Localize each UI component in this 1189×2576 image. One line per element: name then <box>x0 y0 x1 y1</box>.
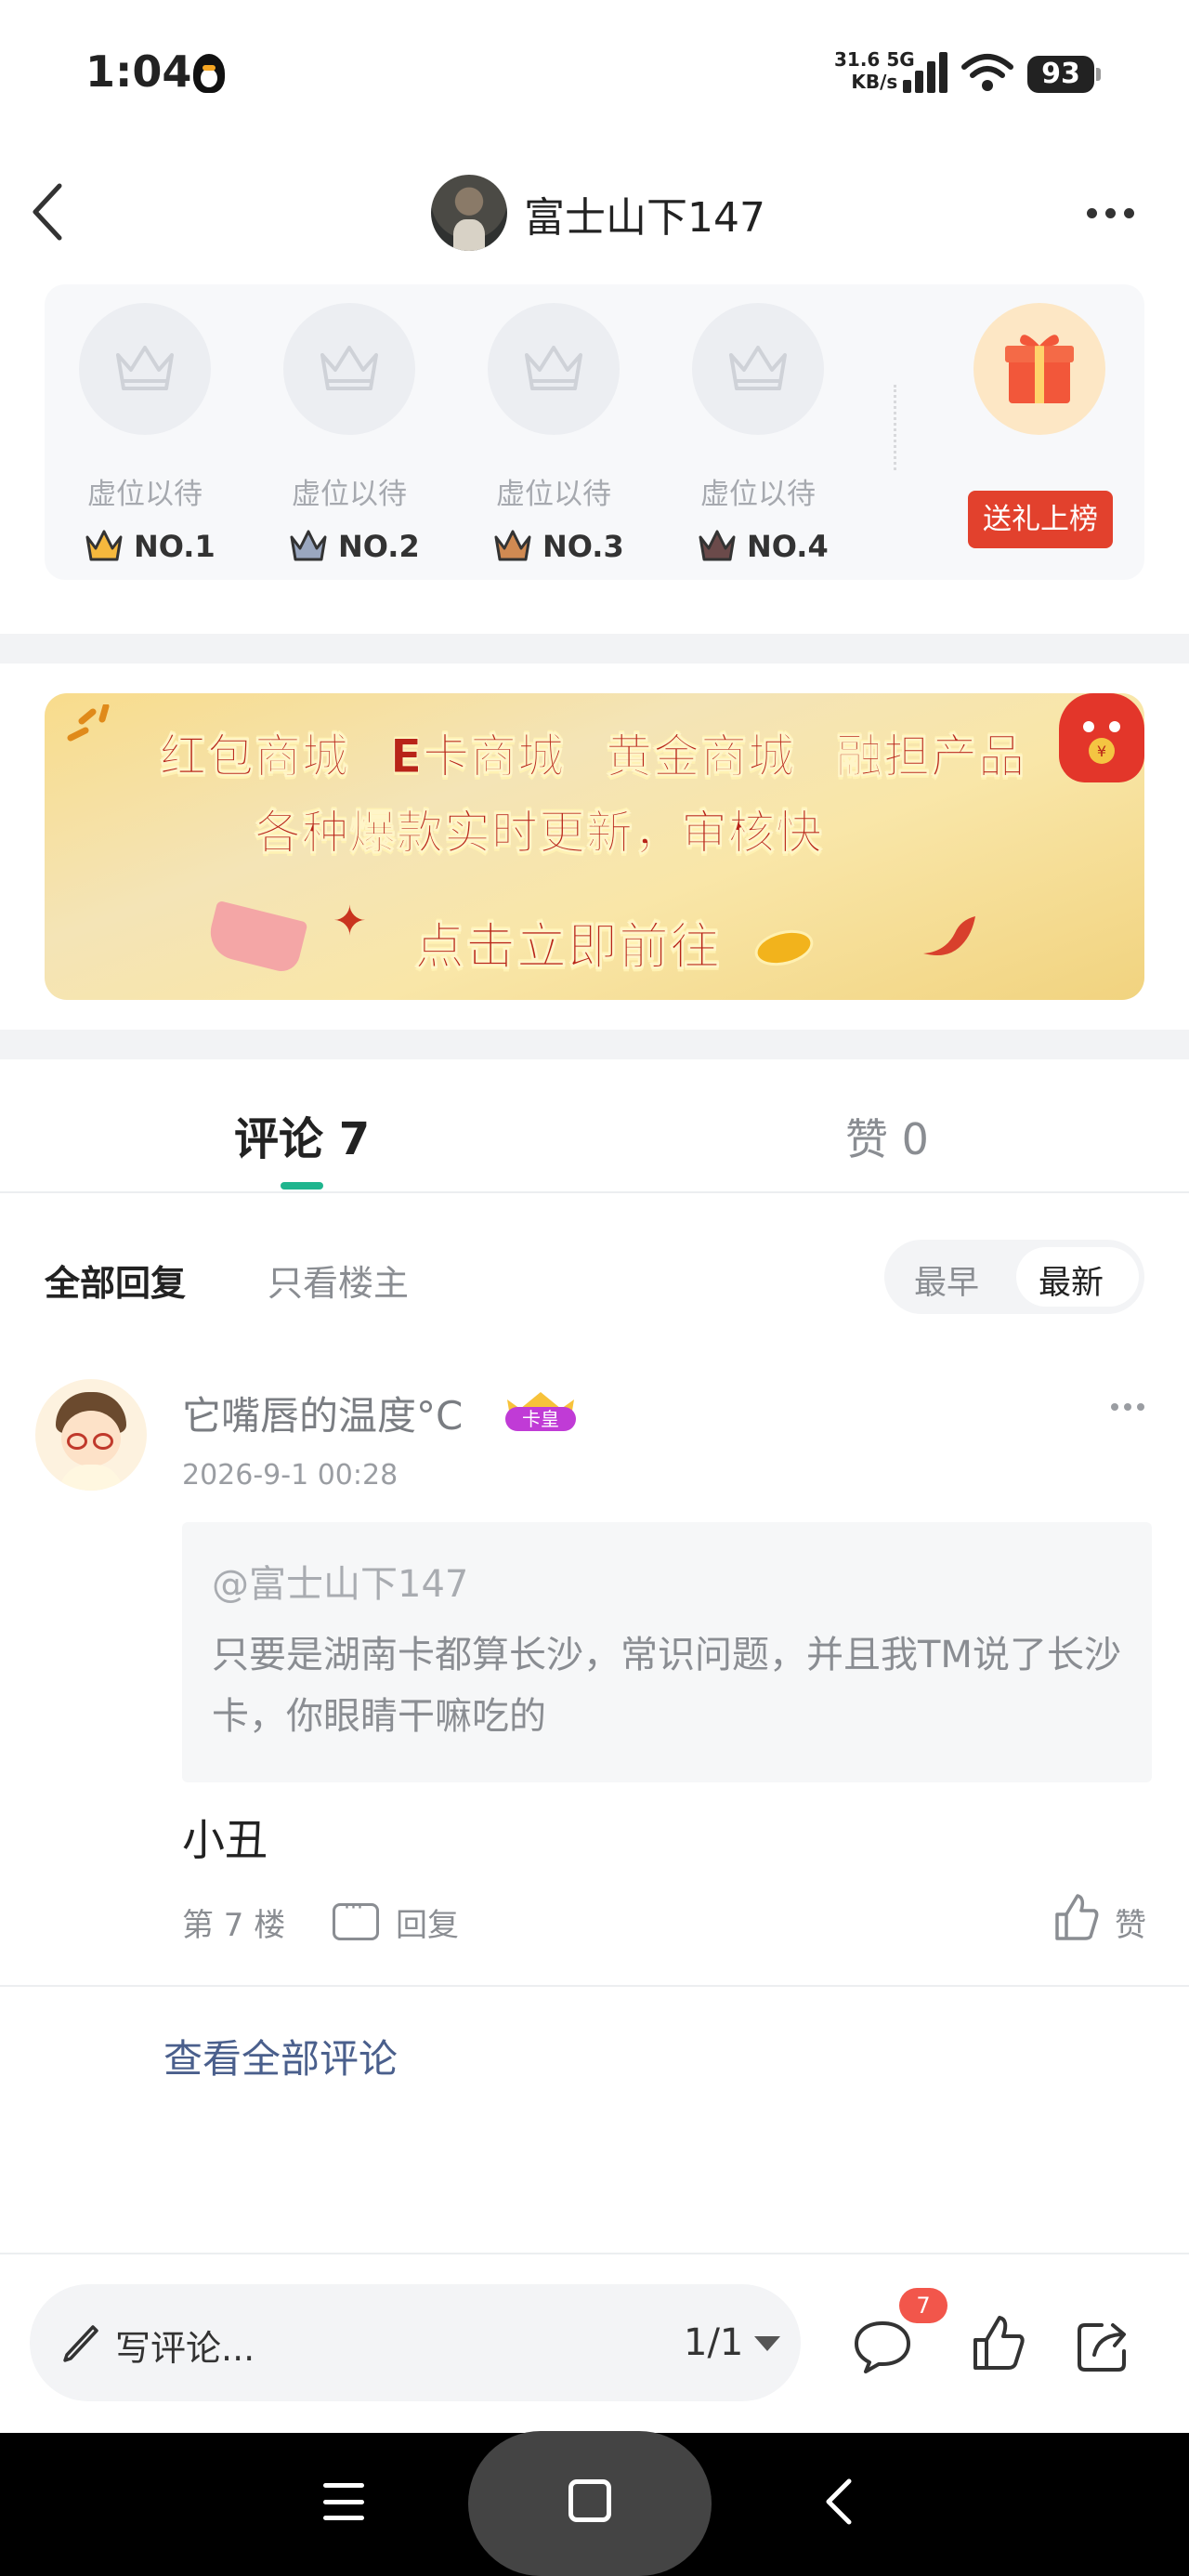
author-avatar[interactable] <box>431 175 507 251</box>
thumbs-up-icon[interactable] <box>1053 1892 1100 1942</box>
page-indicator[interactable]: 1/1 <box>684 2321 743 2364</box>
view-all-comments-link[interactable]: 查看全部评论 <box>163 2028 398 2084</box>
red-envelope-decoration <box>204 900 308 976</box>
empty-seat-crown-icon <box>283 303 415 435</box>
battery-indicator: 93 <box>1027 56 1101 93</box>
status-bar: 1:04 31.6 5G KB/s 93 <box>0 0 1189 149</box>
banner-line-2: 各种爆款实时更新，审核快 <box>255 806 823 861</box>
rank-label: NO.2 <box>288 524 420 569</box>
slot-placeholder: 虚位以待 <box>292 478 407 511</box>
rank-number: NO.4 <box>747 529 829 564</box>
empty-seat-crown-icon <box>488 303 620 435</box>
comment-more-icon[interactable] <box>1111 1400 1148 1414</box>
gift-icon[interactable] <box>973 303 1105 435</box>
quote-mention[interactable]: @富士山下147 <box>212 1554 468 1608</box>
mascot-icon: ¥ <box>1059 693 1144 782</box>
filter-op-only[interactable]: 只看楼主 <box>268 1255 409 1306</box>
banner-item-financing: 融担产品 <box>836 729 1026 784</box>
comment-input-placeholder[interactable]: 写评论... <box>115 2320 255 2371</box>
rank-number: NO.2 <box>338 529 420 564</box>
empty-seat-crown-icon <box>79 303 211 435</box>
comment-bubble-icon[interactable] <box>853 2318 912 2373</box>
comment-text: 小丑 <box>182 1815 268 1865</box>
svg-text:¥: ¥ <box>1097 743 1106 760</box>
reply-button[interactable]: 回复 <box>396 1899 459 1945</box>
vip-badge-label: 卡皇 <box>522 1408 559 1430</box>
send-gift-button[interactable]: 送礼上榜 <box>968 491 1113 548</box>
sort-earliest-button[interactable]: 最早 <box>914 1256 979 1304</box>
section-separator <box>0 1030 1189 1059</box>
empty-seat-crown-icon <box>692 303 824 435</box>
comment-divider <box>0 1985 1189 1987</box>
like-button[interactable]: 赞 <box>1115 1899 1146 1945</box>
ranking-slot[interactable]: 虚位以待 NO.2 <box>279 303 420 564</box>
active-tab-indicator <box>281 1182 323 1189</box>
filter-all-replies[interactable]: 全部回复 <box>45 1255 186 1306</box>
rank-label: NO.1 <box>84 524 216 569</box>
commenter-avatar[interactable] <box>35 1379 147 1491</box>
burst-lines-icon <box>67 704 110 742</box>
reply-icon[interactable] <box>333 1897 379 1940</box>
rank-label: NO.4 <box>697 524 829 569</box>
vip-crown-badge: 卡皇 <box>505 1392 576 1431</box>
comment-date: 2026-9-1 00:28 <box>182 1459 399 1492</box>
commenter-username[interactable]: 它嘴唇的温度°C <box>182 1385 463 1441</box>
back-arrow-icon[interactable] <box>24 182 72 242</box>
quote-text: 只要是湖南卡都算长沙，常识问题，并且我TM说了长沙卡，你眼睛干嘛吃的 <box>212 1634 1121 1738</box>
gold-coin-decoration <box>751 924 817 972</box>
ribbon-decoration <box>923 916 975 955</box>
banner-item-ecard-mall: E卡商城 <box>389 729 566 784</box>
floor-number: 第 7 楼 <box>182 1907 286 1944</box>
rank-crown-icon <box>699 530 736 561</box>
rank-label: NO.3 <box>492 524 624 569</box>
comment-count-badge: 7 <box>899 2288 947 2323</box>
share-icon[interactable] <box>1076 2318 1133 2373</box>
banner-line-1: 红包商城 E卡商城 黄金商城 融担产品 <box>160 719 1026 786</box>
ranking-slot[interactable]: 虚位以待 NO.1 <box>74 303 216 564</box>
banner-item-gold-mall: 黄金商城 <box>606 729 796 784</box>
home-icon[interactable] <box>568 2479 611 2522</box>
slot-placeholder: 虚位以待 <box>700 478 816 511</box>
sort-latest-button[interactable]: 最新 <box>1039 1256 1104 1304</box>
promo-banner[interactable]: 红包商城 E卡商城 黄金商城 融担产品 各种爆款实时更新，审核快 ✦ 点击立即前往 ¥ <box>45 693 1144 1000</box>
wifi-icon <box>961 54 1013 91</box>
banner-item-red-packet-mall: 红包商城 <box>160 729 349 784</box>
cell-signal-icon <box>903 52 951 93</box>
tab-divider <box>0 1191 1189 1193</box>
nav-back-icon[interactable] <box>821 2477 855 2526</box>
pen-icon <box>63 2325 98 2362</box>
network-speed-value: 31.6 <box>834 48 881 71</box>
tab-likes[interactable]: 赞 0 <box>845 1106 929 1167</box>
slot-placeholder: 虚位以待 <box>496 478 611 511</box>
rank-crown-icon <box>290 530 327 561</box>
rank-crown-icon <box>85 530 123 561</box>
bottom-bar-divider <box>0 2253 1189 2254</box>
menu-icon[interactable] <box>323 2483 364 2520</box>
sparkle-icon: ✦ <box>333 898 367 945</box>
rank-number: NO.3 <box>542 529 624 564</box>
qq-penguin-icon <box>193 54 225 93</box>
ranking-slot[interactable]: 虚位以待 NO.4 <box>687 303 829 564</box>
ranking-slot[interactable]: 虚位以待 NO.3 <box>483 303 624 564</box>
rank-number: NO.1 <box>134 529 216 564</box>
status-time: 1:04 <box>85 46 192 97</box>
page-title[interactable]: 富士山下147 <box>524 184 765 243</box>
more-options-icon[interactable] <box>1087 197 1143 229</box>
like-post-icon[interactable] <box>972 2314 1026 2372</box>
rank-crown-icon <box>494 530 531 561</box>
section-separator <box>0 634 1189 664</box>
chevron-down-icon[interactable] <box>754 2336 780 2351</box>
slot-placeholder: 虚位以待 <box>87 478 203 511</box>
banner-cta: 点击立即前往 <box>414 917 721 977</box>
ranking-divider <box>894 385 896 470</box>
tab-comments[interactable]: 评论 7 <box>234 1102 370 1167</box>
